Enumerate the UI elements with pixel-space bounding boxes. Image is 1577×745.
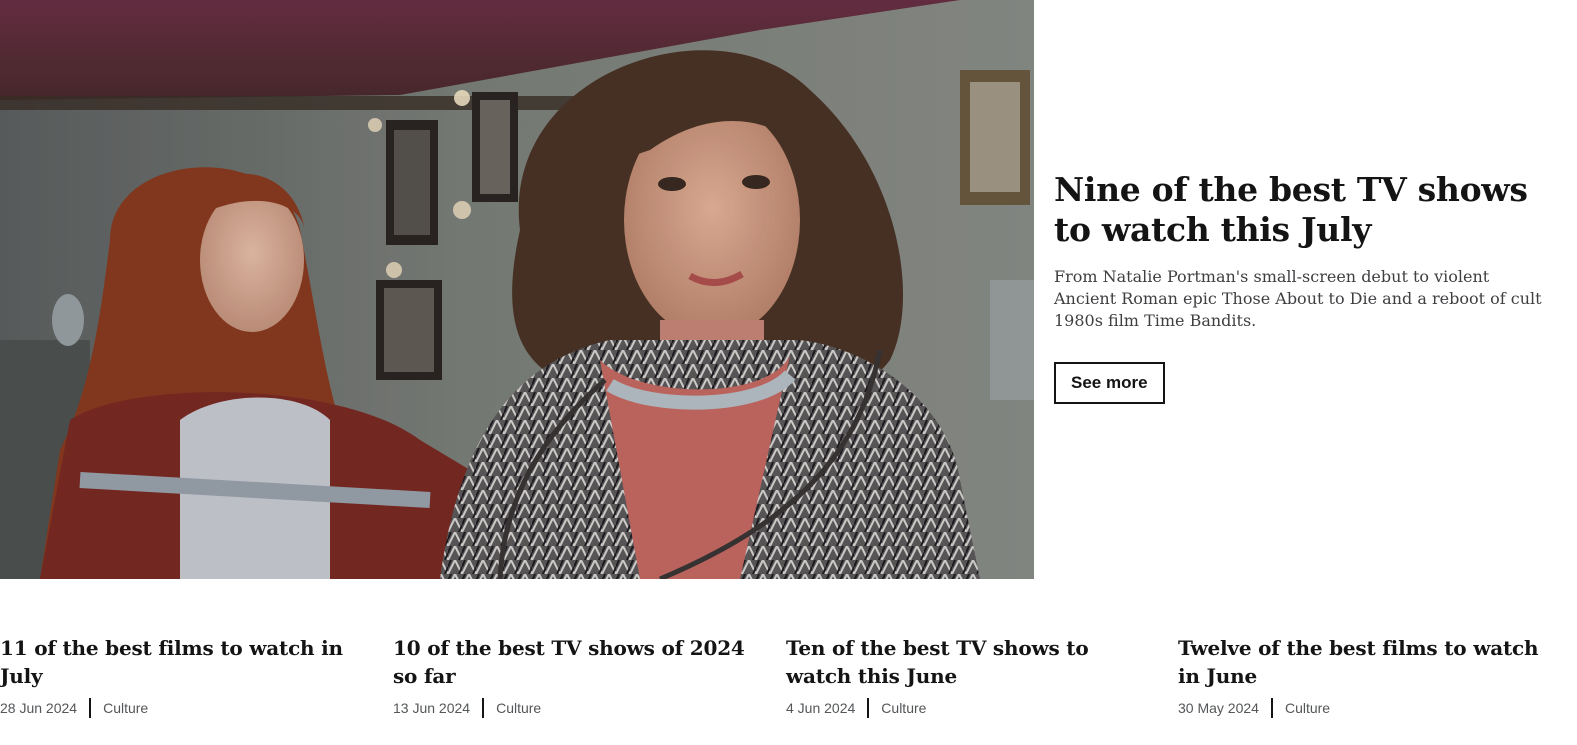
related-articles: 11 of the best films to watch in July 28…	[0, 634, 1577, 745]
hero-section: Nine of the best TV shows to watch this …	[0, 0, 1577, 580]
article-meta: 13 Jun 2024 Culture	[393, 698, 765, 718]
article-date: 30 May 2024	[1178, 700, 1259, 716]
hero-image[interactable]	[0, 0, 1034, 579]
article-tag[interactable]: Culture	[881, 698, 926, 718]
article-tag[interactable]: Culture	[103, 698, 148, 718]
article-meta: 30 May 2024 Culture	[1178, 698, 1550, 718]
article-tag[interactable]: Culture	[1285, 698, 1330, 718]
article-title[interactable]: Twelve of the best films to watch in Jun…	[1178, 634, 1550, 690]
article-card[interactable]: 11 of the best films to watch in July 28…	[0, 634, 372, 718]
hero-title[interactable]: Nine of the best TV shows to watch this …	[1054, 170, 1554, 250]
page: Nine of the best TV shows to watch this …	[0, 0, 1577, 745]
article-date: 28 Jun 2024	[0, 700, 78, 716]
hero-photo-graphic	[0, 0, 1034, 579]
meta-separator	[482, 698, 485, 718]
article-date: 13 Jun 2024	[393, 700, 471, 716]
hero-summary: From Natalie Portman's small-screen debu…	[1054, 267, 1542, 330]
see-more-button[interactable]: See more	[1054, 362, 1165, 404]
article-date: 4 Jun 2024	[786, 700, 856, 716]
article-card[interactable]: Twelve of the best films to watch in Jun…	[1178, 634, 1550, 718]
hero-text: Nine of the best TV shows to watch this …	[1054, 170, 1554, 404]
article-meta: 4 Jun 2024 Culture	[786, 698, 1158, 718]
article-meta: 28 Jun 2024 Culture	[0, 698, 372, 718]
article-card[interactable]: 10 of the best TV shows of 2024 so far 1…	[393, 634, 765, 718]
article-title[interactable]: 11 of the best films to watch in July	[0, 634, 372, 690]
meta-separator	[1270, 698, 1273, 718]
meta-separator	[89, 698, 92, 718]
article-tag[interactable]: Culture	[496, 698, 541, 718]
article-title[interactable]: Ten of the best TV shows to watch this J…	[786, 634, 1158, 690]
article-title[interactable]: 10 of the best TV shows of 2024 so far	[393, 634, 765, 690]
article-card[interactable]: Ten of the best TV shows to watch this J…	[786, 634, 1158, 718]
meta-separator	[867, 698, 870, 718]
